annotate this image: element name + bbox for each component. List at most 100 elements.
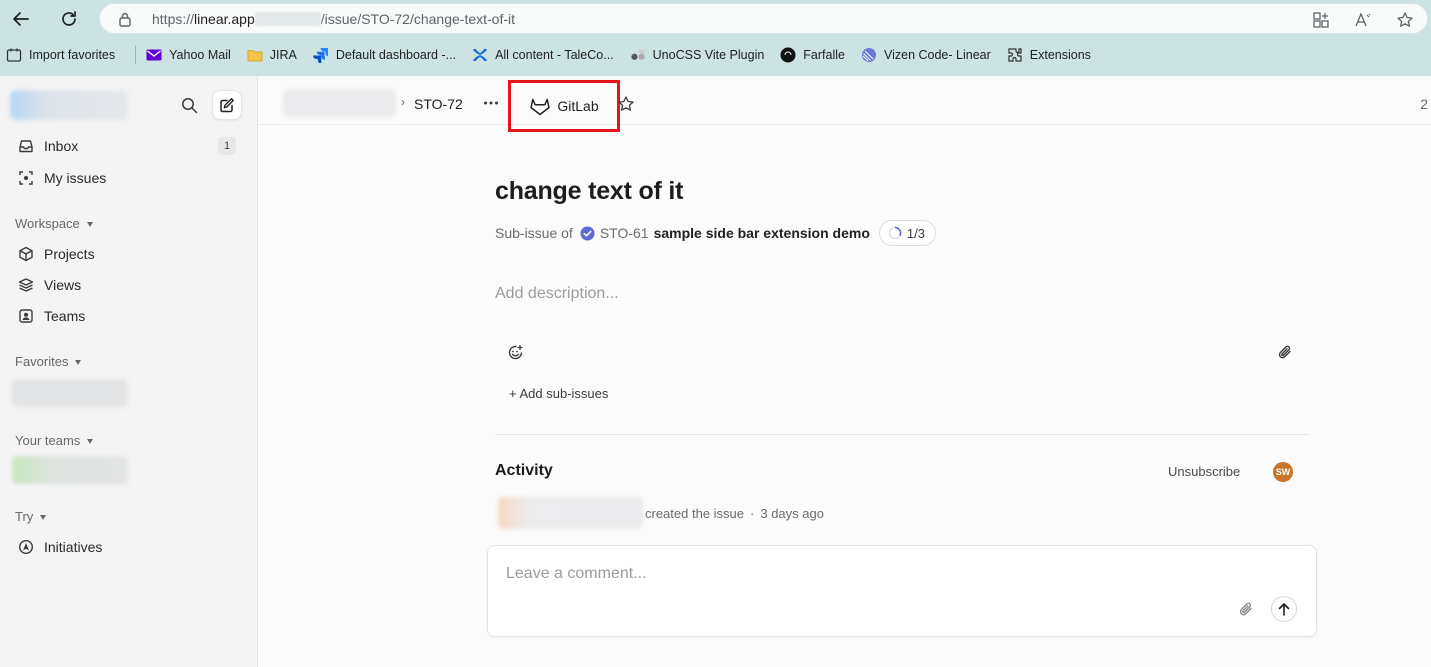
bookmark-label: Import favorites <box>29 48 116 62</box>
activity-actor[interactable] <box>498 497 643 529</box>
arrow-up-icon <box>1278 603 1290 616</box>
import-icon <box>6 47 22 63</box>
emoji-add-icon <box>508 344 523 359</box>
favorite-star-icon[interactable] <box>1396 11 1414 29</box>
extensions-icon <box>1007 47 1023 63</box>
refresh-button[interactable] <box>56 6 82 32</box>
completed-check-icon <box>580 226 595 241</box>
search-icon <box>181 97 197 113</box>
breadcrumb-issue-id[interactable]: STO-72 <box>414 96 463 112</box>
new-issue-button[interactable] <box>212 90 242 120</box>
bookmark-default-dashboard[interactable]: Default dashboard -... <box>312 42 464 68</box>
browser-chrome: https://linear.app/issue/STO-72/change-t… <box>0 0 1431 76</box>
sidebar-item-label: Views <box>44 277 82 293</box>
address-bar[interactable]: https://linear.app/issue/STO-72/change-t… <box>99 3 1428 34</box>
progress-count: 1/3 <box>906 225 925 241</box>
sub-issue-progress[interactable]: 1/3 <box>878 220 936 246</box>
subscriber-avatar[interactable]: SW <box>1273 462 1293 482</box>
refresh-icon <box>62 11 76 26</box>
bookmark-label: Default dashboard -... <box>335 48 457 62</box>
comment-attach-button[interactable] <box>1237 600 1255 618</box>
section-label: Favorites <box>15 354 69 369</box>
sidebar-item-teams[interactable]: Teams <box>8 302 244 330</box>
paperclip-icon <box>1278 345 1291 359</box>
bookmark-yahoo-mail[interactable]: Yahoo Mail <box>146 42 239 68</box>
sidebar-item-initiatives[interactable]: Initiatives <box>8 533 244 561</box>
breadcrumb-chevron-icon: › <box>401 95 405 109</box>
comment-input[interactable]: Leave a comment... <box>506 565 647 583</box>
section-label: Workspace <box>15 216 80 231</box>
star-icon <box>618 96 634 111</box>
bookmark-label: UnoCSS Vite Plugin <box>652 48 765 62</box>
folder-icon <box>247 47 263 63</box>
attach-file-button[interactable] <box>1275 342 1295 362</box>
add-sub-issues-button[interactable]: + Add sub-issues <box>509 386 608 401</box>
more-options-button[interactable] <box>481 92 501 114</box>
issue-main: change text of it Sub-issue of STO-61 sa… <box>259 125 1431 667</box>
sidebar-item-my-issues[interactable]: My issues <box>8 164 244 192</box>
read-aloud-icon[interactable] <box>1354 11 1372 29</box>
search-button[interactable] <box>178 94 200 116</box>
gitlab-label: GitLab <box>557 98 599 114</box>
activity-timestamp[interactable]: 3 days ago <box>760 506 824 521</box>
sidebar-item-label: Projects <box>44 246 95 262</box>
bookmark-import-favorites[interactable]: Import favorites <box>6 42 123 68</box>
bookmark-unocss[interactable]: UnoCSS Vite Plugin <box>630 42 773 68</box>
inbox-count-badge: 1 <box>218 137 236 155</box>
description-input[interactable]: Add description... <box>495 285 619 303</box>
bookmark-vizen-code-linear[interactable]: Vizen Code- Linear <box>861 42 999 68</box>
breadcrumb-team[interactable] <box>283 89 396 117</box>
favorites-section-toggle[interactable]: Favorites <box>15 354 82 369</box>
caret-down-icon <box>87 438 94 444</box>
inbox-icon <box>17 137 35 155</box>
team-icon <box>17 307 35 325</box>
farfalle-icon <box>780 47 796 63</box>
gitlab-icon <box>529 96 551 116</box>
sidebar-item-views[interactable]: Views <box>8 271 244 299</box>
bookmark-all-content[interactable]: All content - TaleCo... <box>472 42 622 68</box>
sub-issue-of-label: Sub-issue of <box>495 225 573 241</box>
add-reaction-button[interactable] <box>505 342 525 362</box>
jira-icon <box>312 47 329 63</box>
bookmarks-bar: Import favorites Yahoo Mail JIRA Default… <box>0 40 1431 70</box>
unsubscribe-button[interactable]: Unsubscribe <box>1168 464 1240 479</box>
sidebar-item-inbox[interactable]: Inbox 1 <box>8 132 244 160</box>
comment-composer[interactable]: Leave a comment... <box>487 545 1317 637</box>
bookmark-extensions[interactable]: Extensions <box>1007 42 1099 68</box>
my-issues-icon <box>17 169 35 187</box>
back-button[interactable] <box>8 6 34 32</box>
sidebar-item-projects[interactable]: Projects <box>8 240 244 268</box>
bookmark-jira-folder[interactable]: JIRA <box>247 42 305 68</box>
url-scheme: https:// <box>152 11 195 27</box>
lock-icon[interactable] <box>118 11 132 27</box>
bookmark-label: Farfalle <box>803 48 845 62</box>
bookmark-farfalle[interactable]: Farfalle <box>780 42 853 68</box>
favorite-item[interactable] <box>12 379 128 407</box>
parent-issue-id[interactable]: STO-61 <box>600 225 649 241</box>
url-host: linear.app <box>194 11 255 27</box>
unocss-icon <box>630 47 646 63</box>
url-redacted <box>254 12 321 26</box>
back-arrow-icon <box>13 12 29 26</box>
submit-comment-button[interactable] <box>1271 596 1297 622</box>
workspace-header <box>10 88 250 122</box>
parent-issue-title[interactable]: sample side bar extension demo <box>654 225 870 241</box>
cube-icon <box>17 245 35 263</box>
try-section-toggle[interactable]: Try <box>15 509 47 524</box>
confluence-icon <box>472 47 488 63</box>
bookmark-label: Vizen Code- Linear <box>883 48 991 62</box>
team-item[interactable] <box>12 456 128 484</box>
workspace-section-toggle[interactable]: Workspace <box>15 216 93 231</box>
favorite-issue-button[interactable] <box>617 95 635 113</box>
section-divider <box>495 434 1309 435</box>
topbar-count: 2 <box>1420 96 1428 112</box>
caret-down-icon <box>75 359 82 365</box>
your-teams-section-toggle[interactable]: Your teams <box>15 433 94 448</box>
split-screen-icon[interactable] <box>1312 11 1330 29</box>
workspace-switcher[interactable] <box>10 90 128 120</box>
sidebar-item-label: My issues <box>44 170 107 186</box>
activity-heading: Activity <box>495 462 553 479</box>
issue-title[interactable]: change text of it <box>495 177 683 206</box>
url-text[interactable]: https://linear.app/issue/STO-72/change-t… <box>152 11 515 27</box>
url-path: /issue/STO-72/change-text-of-it <box>320 11 516 27</box>
